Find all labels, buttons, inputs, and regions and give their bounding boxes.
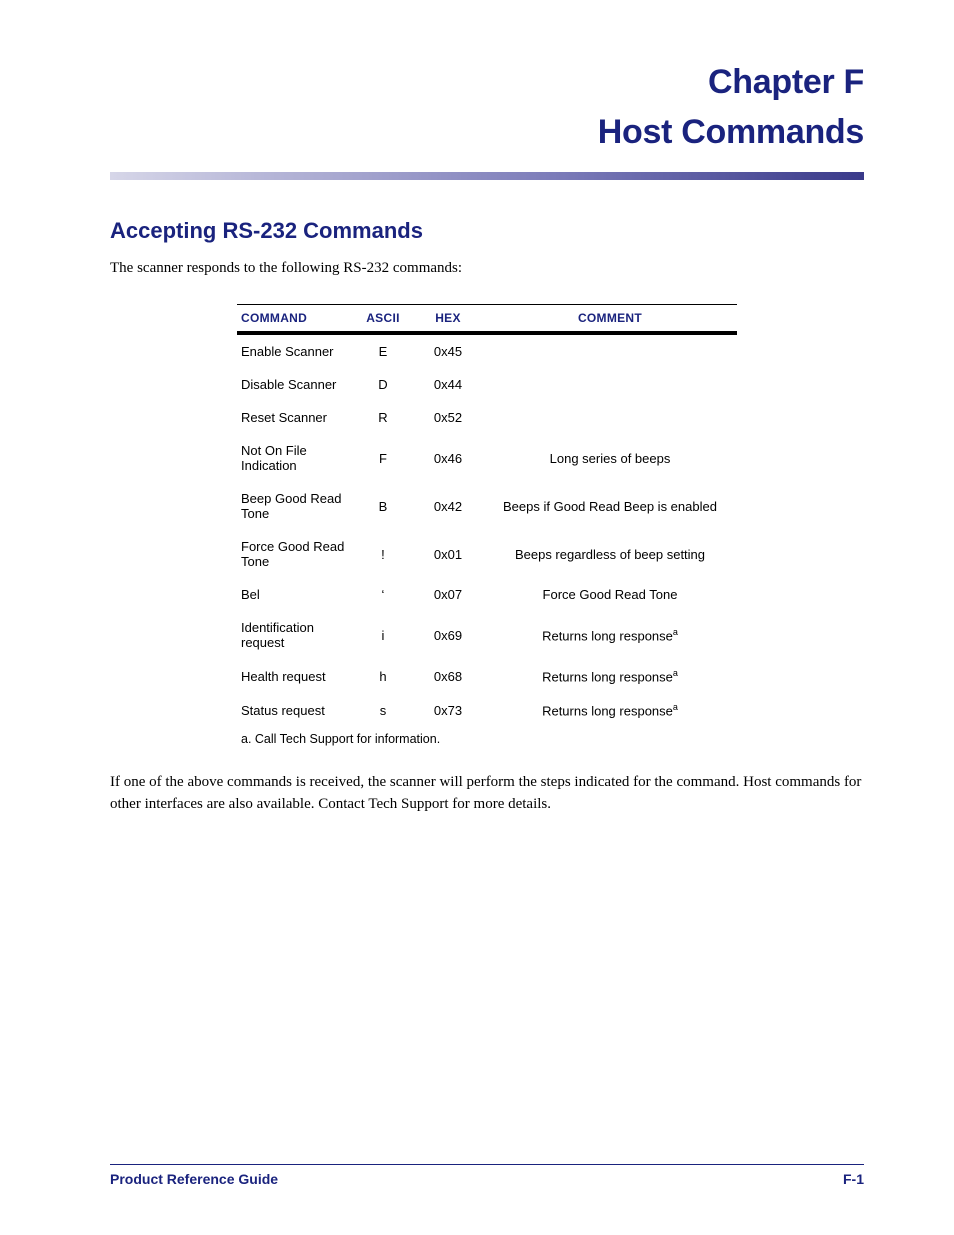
cell-command: Beep Good Read Tone [237,482,353,530]
cell-comment: Returns long responsea [483,659,737,693]
page-footer: Product Reference Guide F-1 [110,1164,864,1187]
table-row: Bel‘0x07Force Good Read Tone [237,578,737,611]
cell-ascii: D [353,368,413,401]
table-row: Status requests0x73Returns long response… [237,693,737,727]
table-row: Identification requesti0x69Returns long … [237,611,737,659]
cell-command: Enable Scanner [237,334,353,369]
cell-comment: Long series of beeps [483,434,737,482]
table-footnote: a. Call Tech Support for information. [237,728,737,752]
table-row: Reset ScannerR0x52 [237,401,737,434]
chapter-line-1: Chapter F [110,60,864,104]
cell-hex: 0x42 [413,482,483,530]
cell-comment [483,368,737,401]
cell-command: Health request [237,659,353,693]
footer-rule [110,1164,864,1165]
table-row: Health requesth0x68Returns long response… [237,659,737,693]
cell-command: Disable Scanner [237,368,353,401]
cell-hex: 0x68 [413,659,483,693]
footer-left: Product Reference Guide [110,1171,278,1187]
cell-comment: Force Good Read Tone [483,578,737,611]
table-row: Beep Good Read ToneB0x42Beeps if Good Re… [237,482,737,530]
footnote-marker: a [673,627,678,637]
outro-paragraph: If one of the above commands is received… [110,772,864,816]
table-row: Force Good Read Tone!0x01Beeps regardles… [237,530,737,578]
cell-command: Not On File Indication [237,434,353,482]
cell-ascii: B [353,482,413,530]
cell-command: Identification request [237,611,353,659]
table-footnote-row: a. Call Tech Support for information. [237,728,737,752]
cell-ascii: R [353,401,413,434]
cell-hex: 0x45 [413,334,483,369]
th-command: COMMAND [237,305,353,332]
cell-comment [483,401,737,434]
cell-ascii: h [353,659,413,693]
cell-comment: Beeps if Good Read Beep is enabled [483,482,737,530]
footnote-marker: a [673,668,678,678]
chapter-line-2: Host Commands [110,110,864,154]
th-hex: HEX [413,305,483,332]
table-row: Not On File IndicationF0x46Long series o… [237,434,737,482]
footer-right: F-1 [843,1171,864,1187]
cell-comment [483,334,737,369]
cell-command: Reset Scanner [237,401,353,434]
cell-hex: 0x69 [413,611,483,659]
th-comment: COMMENT [483,305,737,332]
cell-hex: 0x44 [413,368,483,401]
chapter-heading: Chapter F Host Commands [110,60,864,154]
table-row: Enable ScannerE0x45 [237,334,737,369]
gradient-rule [110,172,864,180]
cell-command: Status request [237,693,353,727]
commands-table: COMMAND ASCII HEX COMMENT Enable Scanner… [237,304,737,752]
cell-command: Force Good Read Tone [237,530,353,578]
cell-hex: 0x46 [413,434,483,482]
cell-comment: Returns long responsea [483,693,737,727]
cell-command: Bel [237,578,353,611]
cell-ascii: ! [353,530,413,578]
cell-hex: 0x01 [413,530,483,578]
cell-comment: Returns long responsea [483,611,737,659]
cell-hex: 0x73 [413,693,483,727]
table-row: Disable ScannerD0x44 [237,368,737,401]
cell-ascii: E [353,334,413,369]
cell-ascii: s [353,693,413,727]
commands-table-wrap: COMMAND ASCII HEX COMMENT Enable Scanner… [110,304,864,752]
cell-comment: Beeps regardless of beep setting [483,530,737,578]
cell-hex: 0x52 [413,401,483,434]
footnote-marker: a [673,702,678,712]
cell-ascii: ‘ [353,578,413,611]
intro-paragraph: The scanner responds to the following RS… [110,258,864,280]
cell-ascii: i [353,611,413,659]
section-title: Accepting RS-232 Commands [110,218,864,244]
cell-ascii: F [353,434,413,482]
cell-hex: 0x07 [413,578,483,611]
th-ascii: ASCII [353,305,413,332]
